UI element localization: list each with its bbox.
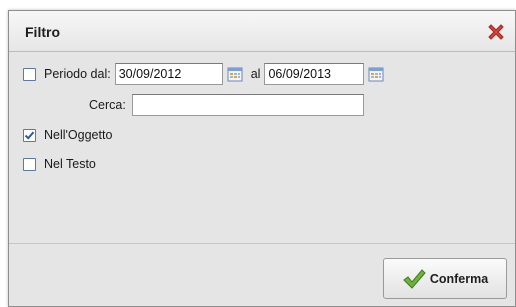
nel-testo-label: Nel Testo [44, 157, 96, 171]
cerca-row: Cerca: [89, 94, 364, 116]
calendar-icon[interactable] [227, 66, 243, 82]
dialog-titlebar: Filtro [9, 11, 515, 52]
periodo-checkbox[interactable] [23, 67, 36, 81]
calendar-icon[interactable] [368, 66, 384, 82]
periodo-from-input[interactable] [114, 63, 223, 85]
close-button[interactable] [485, 21, 507, 43]
filter-dialog: Filtro Periodo dal: al [8, 10, 516, 307]
periodo-to-label: al [250, 67, 261, 81]
nel-testo-row: Nel Testo [23, 157, 96, 171]
confirm-label: Conferma [429, 271, 489, 286]
cerca-label: Cerca: [89, 98, 126, 112]
nell-oggetto-checkbox[interactable] [23, 128, 36, 142]
nel-testo-checkbox[interactable] [23, 157, 36, 171]
cerca-input[interactable] [131, 94, 364, 116]
checkmark-icon [24, 131, 35, 140]
close-x-icon [488, 24, 504, 40]
nell-oggetto-row: Nell'Oggetto [23, 128, 112, 142]
confirm-button[interactable]: Conferma [383, 258, 507, 299]
dialog-title: Filtro [25, 24, 60, 40]
periodo-row: Periodo dal: al [23, 63, 384, 85]
nell-oggetto-label: Nell'Oggetto [44, 128, 113, 142]
periodo-to-input[interactable] [264, 63, 365, 85]
periodo-label: Periodo dal: [44, 67, 111, 81]
footer-divider [9, 243, 515, 244]
checkmark-icon [403, 268, 426, 289]
